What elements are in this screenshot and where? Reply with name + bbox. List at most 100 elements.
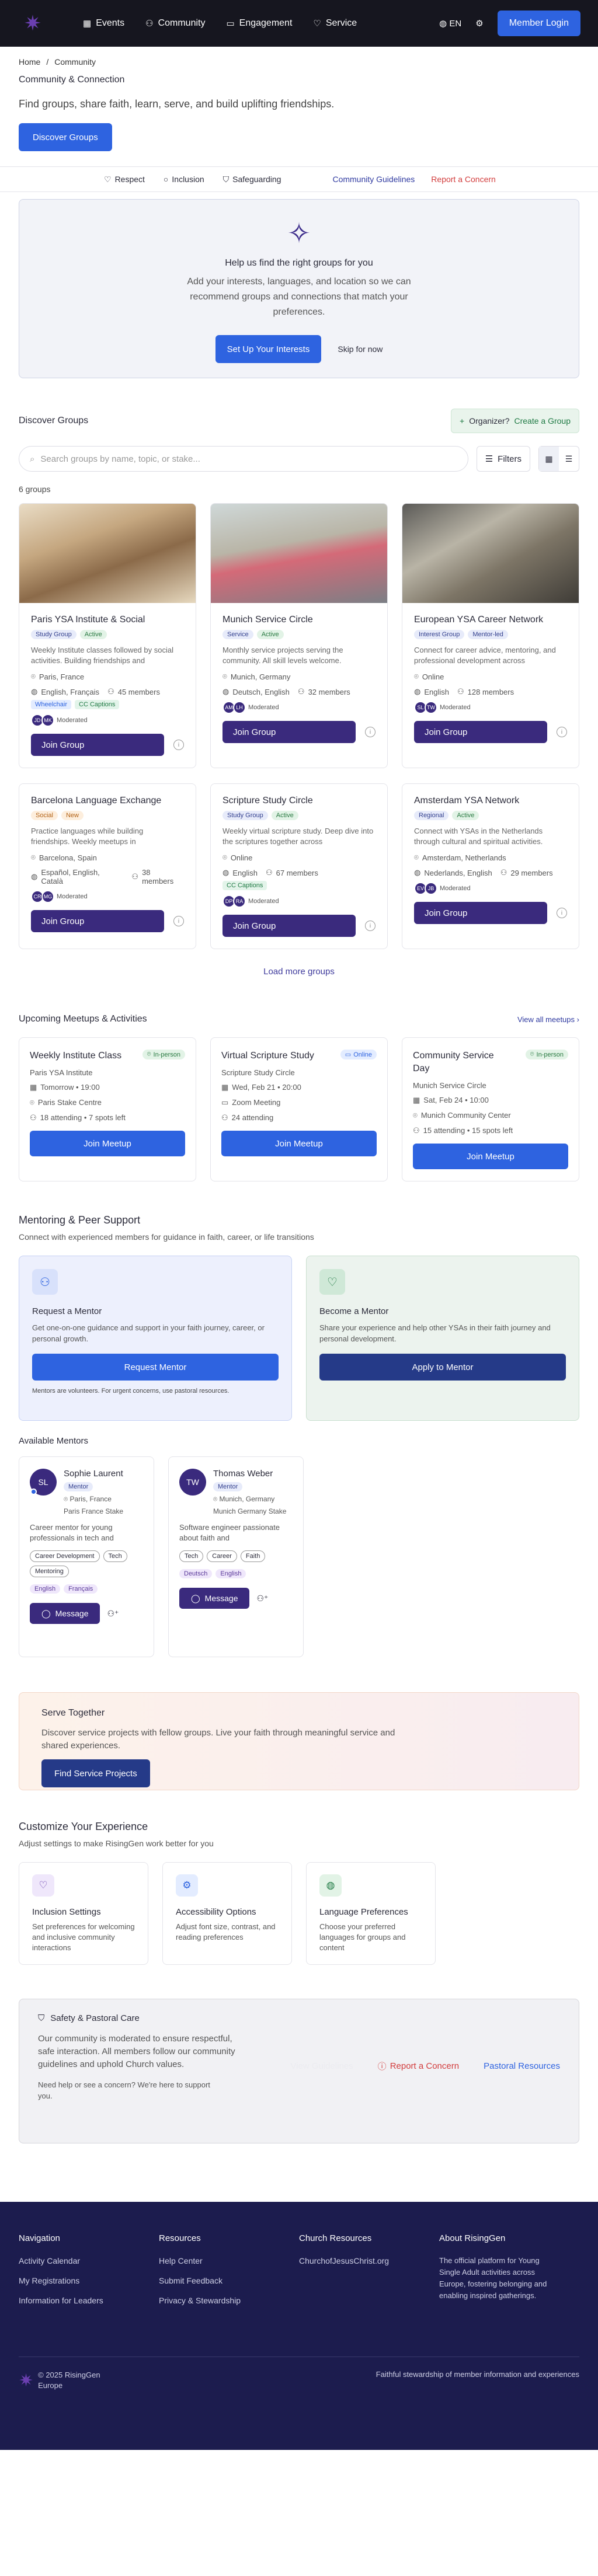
meetup-title[interactable]: Weekly Institute Class — [30, 1050, 121, 1062]
site-footer: Navigation Activity Calendar My Registra… — [0, 2202, 598, 2450]
nav-community[interactable]: ⚇ Community — [145, 18, 205, 29]
join-group-button[interactable]: Join Group — [222, 915, 356, 937]
join-group-button[interactable]: Join Group — [222, 721, 356, 743]
join-meetup-button[interactable]: Join Meetup — [221, 1131, 377, 1156]
globe-icon: ◍ — [222, 868, 230, 877]
avatar: TW — [179, 1469, 206, 1496]
location-pin-icon: ⌾ — [213, 1495, 218, 1503]
group-title[interactable]: European YSA Career Network — [414, 615, 567, 625]
create-group-link[interactable]: Create a Group — [514, 416, 571, 426]
footer-church-resources: Church Resources ChurchofJesusChrist.org — [299, 2233, 439, 2305]
location-pin-icon: ⌾ — [64, 1495, 68, 1503]
view-guidelines-button[interactable]: View Guidelines — [290, 2061, 353, 2071]
status-tag: Active — [452, 811, 479, 820]
safety-text: Our community is moderated to ensure res… — [38, 2034, 235, 2069]
footer-heading: Resources — [159, 2233, 201, 2243]
group-title[interactable]: Barcelona Language Exchange — [31, 796, 184, 806]
info-icon[interactable]: i — [173, 916, 184, 926]
header-actions: ◍ EN ⚙ Member Login — [439, 11, 580, 36]
footer-link[interactable]: Activity Calendar — [19, 2256, 159, 2265]
info-icon[interactable]: i — [173, 740, 184, 750]
card-text: Adjust font size, contrast, and reading … — [176, 1922, 276, 1941]
nav-service[interactable]: ♡ Service — [313, 18, 357, 29]
breadcrumb-separator: / — [46, 57, 49, 67]
grid-view-icon[interactable]: ▦ — [539, 447, 559, 471]
list-view-icon[interactable]: ☰ — [559, 447, 579, 471]
info-icon[interactable]: i — [365, 727, 376, 737]
group-title[interactable]: Amsterdam YSA Network — [414, 796, 567, 806]
group-title[interactable]: Munich Service Circle — [222, 615, 376, 625]
join-group-button[interactable]: Join Group — [414, 721, 547, 743]
info-icon[interactable]: i — [557, 727, 567, 737]
group-title[interactable]: Paris YSA Institute & Social — [31, 615, 184, 625]
safety-title: Safety & Pastoral Care — [50, 2013, 140, 2023]
filters-button[interactable]: ☰ Filters — [476, 446, 530, 472]
group-search-input[interactable]: ⌕ Search groups by name, topic, or stake.… — [19, 446, 468, 472]
nav-engagement[interactable]: ▭ Engagement — [226, 18, 292, 29]
people-icon: ⚇ — [457, 687, 464, 696]
inclusion-settings-card[interactable]: ♡ Inclusion Settings Set preferences for… — [19, 1862, 148, 1965]
serve-text: Discover service projects with fellow gr… — [41, 1728, 395, 1751]
join-group-button[interactable]: Join Group — [414, 902, 547, 924]
mentor-role-badge: Mentor — [64, 1482, 93, 1491]
message-button[interactable]: ◯ Message — [30, 1603, 100, 1624]
search-icon: ⌕ — [30, 454, 35, 464]
meetup-title[interactable]: Community Service Day — [413, 1050, 495, 1075]
info-icon[interactable]: i — [557, 908, 567, 918]
nav-events[interactable]: ▦ Events — [83, 18, 124, 29]
settings-gear-icon[interactable]: ⚙ — [475, 18, 483, 29]
filter-icon: ☰ — [485, 454, 493, 464]
load-more-button[interactable]: Load more groups — [0, 967, 598, 977]
view-all-meetups-link[interactable]: View all meetups › — [517, 1015, 579, 1024]
request-mentor-button[interactable]: Request Mentor — [32, 1354, 279, 1381]
footer-link[interactable]: Help Center — [159, 2256, 299, 2265]
join-group-button[interactable]: Join Group — [31, 734, 164, 756]
meetup-title[interactable]: Virtual Scripture Study — [221, 1050, 314, 1062]
join-group-button[interactable]: Join Group — [31, 910, 164, 932]
skip-button[interactable]: Skip for now — [338, 344, 383, 354]
info-icon[interactable]: i — [365, 921, 376, 931]
community-guidelines-link[interactable]: Community Guidelines — [332, 175, 415, 184]
mentor-name[interactable]: Sophie Laurent — [64, 1469, 123, 1479]
mentor-description: Career mentor for young professionals in… — [30, 1523, 114, 1542]
footer-link[interactable]: My Registrations — [19, 2276, 159, 2285]
member-login-button[interactable]: Member Login — [497, 11, 580, 36]
language-preferences-card[interactable]: ◍ Language Preferences Choose your prefe… — [306, 1862, 436, 1965]
globe-icon: ◍ — [31, 872, 38, 881]
message-button[interactable]: ◯ Message — [179, 1588, 250, 1609]
language-switcher[interactable]: ◍ EN — [439, 18, 461, 29]
footer-link[interactable]: ChurchofJesusChrist.org — [299, 2256, 439, 2265]
discover-groups-button[interactable]: Discover Groups — [19, 123, 112, 151]
pastoral-resources-link[interactable]: Pastoral Resources — [484, 2061, 560, 2071]
group-title[interactable]: Scripture Study Circle — [222, 796, 376, 806]
logo-icon[interactable]: ✷ — [18, 8, 48, 39]
mentor-name[interactable]: Thomas Weber — [213, 1469, 286, 1479]
add-contact-icon[interactable]: ⚇⁺ — [256, 1594, 268, 1604]
footer-resources: Resources Help Center Submit Feedback Pr… — [159, 2233, 299, 2305]
group-description: Monthly service projects serving the com… — [222, 646, 343, 665]
shield-icon: ⛉ — [38, 2013, 45, 2023]
chevron-right-icon: › — [576, 1015, 579, 1024]
globe-icon: ◍ — [414, 687, 421, 696]
mentoring-section: Mentoring & Peer Support Connect with ex… — [0, 1214, 598, 1421]
accessibility-options-card[interactable]: ⚙ Accessibility Options Adjust font size… — [162, 1862, 292, 1965]
footer-link[interactable]: Submit Feedback — [159, 2276, 299, 2285]
add-contact-icon[interactable]: ⚇⁺ — [107, 1609, 119, 1619]
report-concern-button[interactable]: ⓘ Report a Concern — [378, 2060, 459, 2072]
footer-link[interactable]: Privacy & Stewardship — [159, 2296, 299, 2305]
pin-icon: ⌾ — [530, 1051, 534, 1058]
join-meetup-button[interactable]: Join Meetup — [30, 1131, 185, 1156]
format-badge: ▭ Online — [340, 1050, 377, 1059]
meetup-card: Weekly Institute Class ⌾ In-person Paris Y… — [19, 1037, 196, 1181]
card-text: Set preferences for welcoming and inclus… — [32, 1922, 135, 1952]
apply-mentor-button[interactable]: Apply to Mentor — [319, 1354, 566, 1381]
report-concern-link[interactable]: Report a Concern — [431, 175, 496, 184]
find-service-projects-button[interactable]: Find Service Projects — [41, 1759, 150, 1787]
join-meetup-button[interactable]: Join Meetup — [413, 1144, 568, 1169]
meetups-title: Upcoming Meetups & Activities — [19, 1014, 147, 1024]
breadcrumb-home[interactable]: Home — [19, 57, 40, 67]
card-text: Choose your preferred languages for grou… — [319, 1922, 406, 1952]
set-up-interests-button[interactable]: Set Up Your Interests — [215, 335, 322, 363]
skill-chip: Faith — [240, 1550, 266, 1562]
footer-link[interactable]: Information for Leaders — [19, 2296, 159, 2305]
